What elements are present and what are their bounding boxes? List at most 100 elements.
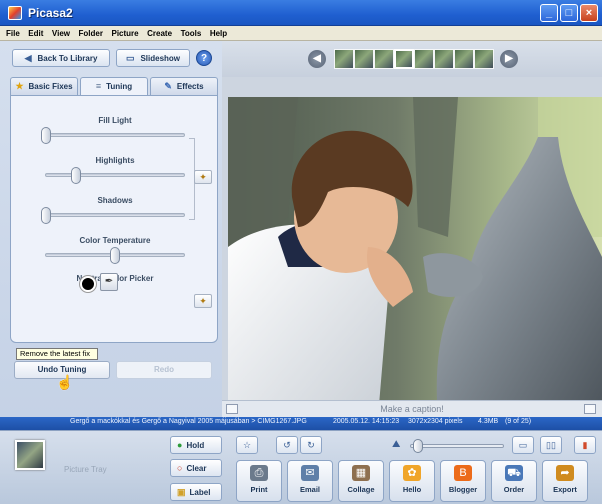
order-label: Order <box>503 485 525 494</box>
help-button[interactable]: ? <box>196 50 212 66</box>
blogger-button[interactable]: B Blogger <box>440 460 486 502</box>
status-file-size: 4.3MB <box>478 418 499 425</box>
rotate-right-icon: ↻ <box>307 440 315 450</box>
tuning-panel: Fill Light Highlights Shadows ✦ Color Te… <box>10 95 218 343</box>
zoom-slider[interactable] <box>410 439 504 453</box>
clear-button[interactable]: ○ Clear <box>170 459 222 477</box>
menu-folder[interactable]: Folder <box>79 26 103 41</box>
edit-tabs: ★ Basic Fixes ≡ Tuning ✎ Effects <box>10 77 218 96</box>
order-button[interactable]: ⛟ Order <box>491 460 537 502</box>
tab-basic-fixes[interactable]: ★ Basic Fixes <box>10 77 78 95</box>
tab-tuning-label: Tuning <box>106 82 133 91</box>
single-view-icon: ▭ <box>518 440 528 450</box>
filmstrip-thumbnail[interactable] <box>334 49 354 69</box>
status-datetime: 2005.05.12. 14:15:23 <box>333 418 400 425</box>
tab-tuning[interactable]: ≡ Tuning <box>80 77 148 96</box>
close-button[interactable]: × <box>580 4 598 22</box>
fill-light-thumb[interactable] <box>41 127 51 144</box>
previous-photo-button[interactable]: ◀ <box>308 50 326 68</box>
menu-tools[interactable]: Tools <box>181 26 202 41</box>
back-to-library-label: Back To Library <box>37 54 98 63</box>
filmstrip-thumbnail[interactable] <box>394 49 414 69</box>
highlights-thumb[interactable] <box>71 167 82 184</box>
redo-button[interactable]: Redo <box>116 361 212 379</box>
view-split-button[interactable]: ▯▯ <box>540 436 562 454</box>
rotate-right-button[interactable]: ↻ <box>300 436 322 454</box>
envelope-icon: ✉ <box>301 465 319 481</box>
export-button[interactable]: ➦ Export <box>542 460 588 502</box>
menu-view[interactable]: View <box>52 26 70 41</box>
eyedropper-button[interactable]: ✒ <box>100 273 118 291</box>
sliders-icon: ≡ <box>95 81 102 91</box>
caption-bar: Make a caption! <box>222 400 602 417</box>
hello-label: Hello <box>402 485 422 494</box>
hello-button[interactable]: ✿ Hello <box>389 460 435 502</box>
menu-file[interactable]: File <box>6 26 20 41</box>
collage-button[interactable]: ▦ Collage <box>338 460 384 502</box>
filmstrip-thumbnail[interactable] <box>454 49 474 69</box>
shadows-thumb[interactable] <box>41 207 51 224</box>
picture-tray-label: Picture Tray <box>64 465 107 474</box>
tab-basic-fixes-label: Basic Fixes <box>28 82 73 91</box>
hold-button[interactable]: ● Hold <box>170 436 222 454</box>
filmstrip-thumbnail[interactable] <box>354 49 374 69</box>
filmstrip-thumbnail[interactable] <box>474 49 494 69</box>
color-temperature-thumb[interactable] <box>110 247 120 264</box>
clear-label: Clear <box>186 464 207 473</box>
arrow-left-icon: ◀ <box>313 53 321 64</box>
color-temperature-label: Color Temperature <box>79 236 151 245</box>
photo-image <box>228 97 602 417</box>
back-to-library-button[interactable]: ◀ Back To Library <box>12 49 110 67</box>
fill-light-label: Fill Light <box>98 116 132 125</box>
label-label: Label <box>189 488 211 497</box>
color-temperature-slider[interactable] <box>45 247 185 264</box>
filmstrip-thumbnail[interactable] <box>434 49 454 69</box>
export-folder-icon: ➦ <box>556 465 574 481</box>
rotate-left-button[interactable]: ↺ <box>276 436 298 454</box>
menu-edit[interactable]: Edit <box>28 26 43 41</box>
auto-contrast-wand-button[interactable]: ✦ <box>194 170 212 184</box>
back-arrow-icon: ◀ <box>24 53 32 63</box>
collage-icon: ▦ <box>352 465 370 481</box>
tray-thumbnail[interactable] <box>15 440 45 470</box>
tab-effects[interactable]: ✎ Effects <box>150 77 218 95</box>
zoom-thumb[interactable] <box>413 439 424 453</box>
menu-help[interactable]: Help <box>210 26 227 41</box>
label-button[interactable]: ▣ Label <box>170 483 222 501</box>
magic-wand-icon: ✦ <box>199 172 207 182</box>
menu-picture[interactable]: Picture <box>112 26 139 41</box>
collage-label: Collage <box>347 485 375 494</box>
tooltip: Remove the latest fix <box>16 348 98 360</box>
star-icon: ★ <box>15 81 24 91</box>
fill-light-slider[interactable] <box>41 127 185 144</box>
next-photo-button[interactable]: ▶ <box>500 50 518 68</box>
main-photo[interactable] <box>228 97 602 417</box>
star-button[interactable]: ☆ <box>236 436 258 454</box>
minimize-button[interactable]: _ <box>540 4 558 22</box>
view-single-button[interactable]: ▭ <box>512 436 534 454</box>
maximize-button[interactable]: □ <box>560 4 578 22</box>
print-button[interactable]: ⎙ Print <box>236 460 282 502</box>
hand-cursor-icon: ☝ <box>56 374 74 390</box>
status-position: (9 of 25) <box>505 418 532 425</box>
auto-color-wand-button[interactable]: ✦ <box>194 294 212 308</box>
slideshow-icon: ▭ <box>125 53 135 63</box>
brush-icon: ✎ <box>164 81 172 91</box>
filmstrip-thumbnail[interactable] <box>414 49 434 69</box>
filmstrip-thumbnail[interactable] <box>374 49 394 69</box>
view-colors-button[interactable]: ▮ <box>574 436 596 454</box>
highlights-label: Highlights <box>95 156 135 165</box>
shadows-slider[interactable] <box>41 207 185 224</box>
blogger-icon: B <box>454 465 472 481</box>
slideshow-button[interactable]: ▭ Slideshow <box>116 49 190 67</box>
highlights-slider[interactable] <box>45 167 185 184</box>
photo-view: ◀ ▶ <box>222 41 602 417</box>
rotate-left-icon: ↺ <box>283 440 291 450</box>
hold-icon: ● <box>177 440 183 450</box>
picasa-app-icon <box>8 6 22 20</box>
caption-input[interactable]: Make a caption! <box>222 404 602 414</box>
email-button[interactable]: ✉ Email <box>287 460 333 502</box>
caption-info-icon[interactable] <box>584 404 596 414</box>
menu-create[interactable]: Create <box>147 26 172 41</box>
window-title: Picasa2 <box>28 6 73 20</box>
